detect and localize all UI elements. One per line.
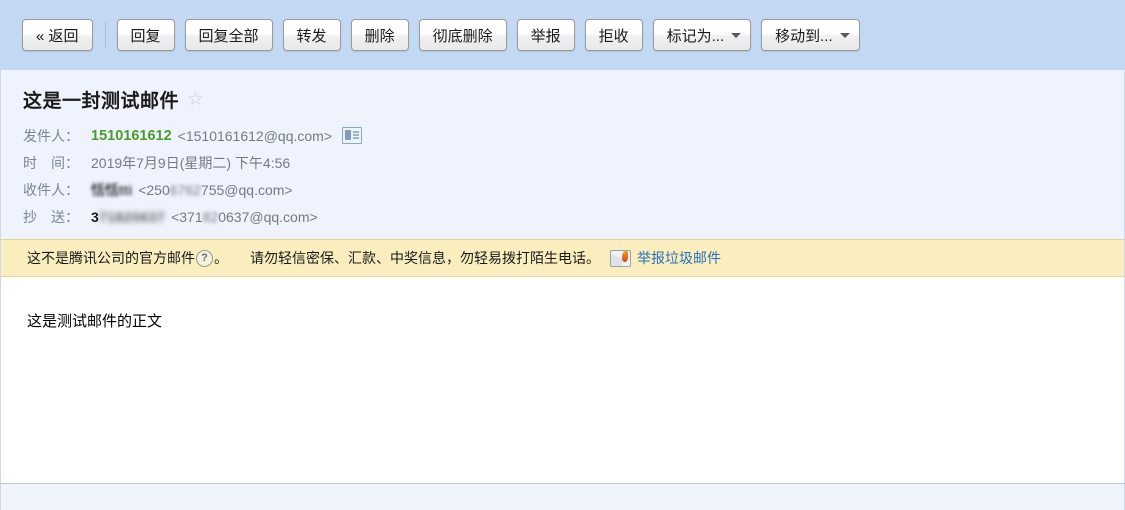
mail-body-text: 这是测试邮件的正文 <box>27 313 163 330</box>
recipient-label: 收件人： <box>23 181 79 198</box>
help-icon[interactable]: ? <box>196 249 213 267</box>
permanent-delete-button[interactable]: 彻底删除 <box>418 19 507 51</box>
spam-flame-icon <box>610 249 631 267</box>
time-label: 时 间： <box>23 154 79 171</box>
spam-warning-banner: 这不是腾讯公司的官方邮件 ? 。 请勿轻信密保、汇款、中奖信息，勿轻易拨打陌生电… <box>0 239 1125 277</box>
back-button[interactable]: « 返回 <box>22 19 93 51</box>
time-value: 2019年7月9日(星期二) 下午4:56 <box>91 154 291 171</box>
cc-address-suffix: 0637@qq.com> <box>218 208 318 225</box>
cc-row: 抄 送： 3 71820637 <371 82 0637@qq.com> <box>23 203 1124 230</box>
mail-subject: 这是一封测试邮件 <box>23 91 180 112</box>
reject-button[interactable]: 拒收 <box>584 19 643 51</box>
contact-card-icon[interactable] <box>342 127 362 144</box>
mail-toolbar: « 返回 回复 回复全部 转发 删除 彻底删除 举报 拒收 标记为... 移动到… <box>0 0 1125 70</box>
cc-name-prefix: 3 <box>91 208 99 225</box>
cc-name-blurred[interactable]: 71820637 <box>99 209 165 225</box>
warning-advice: 请勿轻信密保、汇款、中奖信息，勿轻易拨打陌生电话。 <box>250 250 600 266</box>
reply-button[interactable]: 回复 <box>116 19 175 51</box>
mail-body: 这是测试邮件的正文 <box>0 277 1125 483</box>
recipient-address-prefix: <250 <box>138 181 170 198</box>
sender-label: 发件人： <box>23 127 79 144</box>
mail-header-panel: 这是一封测试邮件 ☆ 发件人： 1510161612 <1510161612@q… <box>0 70 1125 239</box>
move-to-dropdown-button[interactable]: 移动到... <box>761 19 860 51</box>
subject-row: 这是一封测试邮件 ☆ <box>23 86 1124 113</box>
warning-text-suffix: 。 <box>214 250 228 266</box>
report-button[interactable]: 举报 <box>516 19 575 51</box>
warning-text: 这不是腾讯公司的官方邮件 <box>27 250 195 266</box>
sender-row: 发件人： 1510161612 <1510161612@qq.com> <box>23 122 1124 149</box>
toolbar-divider <box>104 22 106 48</box>
mail-message-view: « 返回 回复 回复全部 转发 删除 彻底删除 举报 拒收 标记为... 移动到… <box>0 0 1125 510</box>
recipient-row: 收件人： 恬恬tti <250 6762 755@qq.com> <box>23 176 1124 203</box>
time-row: 时 间： 2019年7月9日(星期二) 下午4:56 <box>23 149 1124 176</box>
cc-address-prefix: <371 <box>171 208 203 225</box>
star-icon[interactable]: ☆ <box>187 90 206 109</box>
delete-button[interactable]: 删除 <box>350 19 409 51</box>
footer-area <box>0 484 1125 510</box>
sender-address: <1510161612@qq.com> <box>177 127 332 144</box>
recipient-name[interactable]: 恬恬tti <box>91 180 132 200</box>
move-to-label: 移动到... <box>775 27 833 45</box>
chevron-down-icon <box>839 33 850 38</box>
forward-button[interactable]: 转发 <box>282 19 341 51</box>
mark-as-label: 标记为... <box>666 27 725 45</box>
recipient-address-suffix: 755@qq.com> <box>200 181 293 198</box>
sender-name[interactable]: 1510161612 <box>91 128 172 144</box>
chevron-down-icon <box>731 33 742 38</box>
recipient-address-blurred: 6762 <box>169 181 201 198</box>
cc-label: 抄 送： <box>23 208 79 225</box>
report-spam-link[interactable]: 举报垃圾邮件 <box>637 248 721 268</box>
mark-as-dropdown-button[interactable]: 标记为... <box>652 19 752 51</box>
cc-address-blurred: 82 <box>202 208 219 225</box>
reply-all-button[interactable]: 回复全部 <box>184 19 273 51</box>
